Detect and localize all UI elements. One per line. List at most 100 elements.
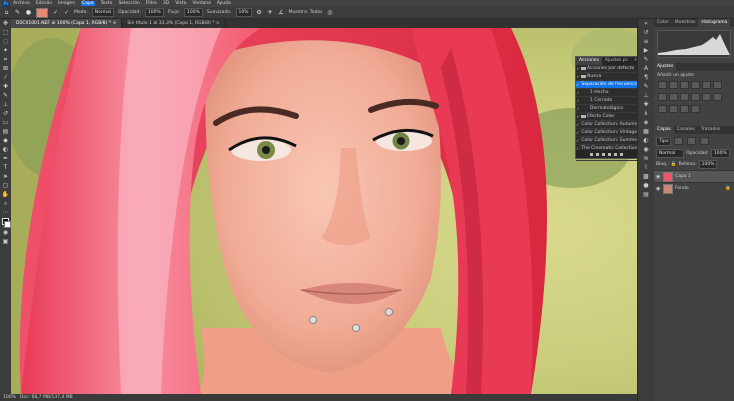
tab-ajustes-preestablecidos[interactable]: Ajustes pr. bbox=[602, 57, 632, 65]
filter-type-icon[interactable] bbox=[700, 137, 710, 145]
tool-presets-icon[interactable]: ✚ bbox=[638, 100, 654, 109]
brush-tool-icon[interactable]: ✎ bbox=[14, 9, 21, 16]
airbrush-icon[interactable]: ✈ bbox=[267, 9, 274, 16]
healing-brush-tool-icon[interactable]: ✚ bbox=[0, 82, 11, 91]
new-set-icon[interactable] bbox=[608, 152, 611, 156]
black-white-icon[interactable] bbox=[669, 93, 678, 101]
action-row[interactable]: ✓ Color Collection: Summer Dreams bbox=[576, 137, 658, 145]
stop-icon[interactable] bbox=[590, 152, 593, 156]
properties-panel-icon[interactable]: ≡ bbox=[638, 37, 654, 46]
eye-icon[interactable]: ◉ bbox=[656, 186, 661, 192]
checkmark-icon[interactable]: ✓ bbox=[52, 9, 59, 16]
checkmark-icon[interactable]: ✓ bbox=[576, 73, 580, 80]
color-swatches[interactable] bbox=[0, 217, 11, 228]
action-row[interactable]: ✓ Color Collection: Vintage Dreams bbox=[576, 129, 656, 137]
exposure-icon[interactable] bbox=[691, 81, 700, 89]
frame-tool-icon[interactable]: ⊠ bbox=[0, 64, 11, 73]
shape-tool-icon[interactable]: ▢ bbox=[0, 181, 11, 190]
menu-archivo[interactable]: Archivo bbox=[13, 1, 30, 6]
blur-tool-icon[interactable]: ◆ bbox=[0, 136, 11, 145]
more-tools-icon[interactable]: ⋯ bbox=[0, 208, 11, 217]
document-tab-active[interactable]: DSC01001.NEF al 100% (Capa 1, RGB/8) * × bbox=[11, 19, 123, 28]
type-tool-icon[interactable]: T bbox=[0, 163, 11, 172]
fill-input[interactable]: 100% bbox=[698, 160, 718, 169]
close-icon[interactable]: × bbox=[113, 21, 117, 26]
menu-vista[interactable]: Vista bbox=[175, 1, 186, 6]
record-icon[interactable] bbox=[596, 152, 599, 156]
tab-muestras[interactable]: Muestras bbox=[672, 19, 699, 27]
actions-panel-icon[interactable]: ▶ bbox=[638, 46, 654, 55]
tab-acciones[interactable]: Acciones bbox=[576, 57, 602, 65]
brush-tool-icon[interactable]: ✎ bbox=[0, 91, 11, 100]
curves-icon[interactable] bbox=[680, 81, 689, 89]
checkmark-icon[interactable]: ✓ bbox=[576, 81, 579, 88]
layer-filter-select[interactable]: Tipo bbox=[656, 136, 672, 146]
color-balance-icon[interactable] bbox=[658, 93, 667, 101]
menu-texto[interactable]: Texto bbox=[101, 1, 113, 6]
action-row[interactable]: ✓ Color Collection: Autumn Dreams bbox=[576, 121, 656, 129]
tab-color[interactable]: Color bbox=[654, 19, 672, 27]
zoom-tool-icon[interactable]: ⌕ bbox=[0, 199, 11, 208]
libraries-panel-icon[interactable]: ▦ bbox=[638, 127, 654, 136]
angle-icon[interactable]: ∠ bbox=[278, 9, 285, 16]
document-size[interactable]: Doc: 68,7 MB/137,4 MB bbox=[20, 395, 73, 400]
checkmark-icon-2[interactable]: ✓ bbox=[63, 9, 70, 16]
checkmark-icon[interactable]: ✓ bbox=[576, 129, 579, 136]
channel-mixer-icon[interactable] bbox=[691, 93, 700, 101]
path-select-tool-icon[interactable]: ➤ bbox=[0, 172, 11, 181]
action-row[interactable]: ✓ Nueva bbox=[576, 73, 637, 81]
play-icon[interactable] bbox=[602, 152, 605, 156]
layer-name[interactable]: Fondo bbox=[675, 186, 689, 191]
menu-edicion[interactable]: Edición bbox=[36, 1, 52, 6]
action-row[interactable]: ✓ Efecto Color bbox=[576, 113, 637, 121]
menu-imagen[interactable]: Imagen bbox=[58, 1, 75, 6]
gradient-tool-icon[interactable]: ▤ bbox=[0, 127, 11, 136]
glyphs-panel-icon[interactable]: ✎ bbox=[638, 82, 654, 91]
layer-row-fondo[interactable]: ◉ Fondo 🔒 bbox=[654, 182, 734, 194]
styles-panel-icon[interactable]: ◉ bbox=[638, 145, 654, 154]
menu-ventana[interactable]: Ventana bbox=[192, 1, 210, 6]
clone-stamp-tool-icon[interactable]: ⊥ bbox=[0, 100, 11, 109]
collapse-panels-icon[interactable]: « bbox=[638, 19, 654, 28]
navigator-panel-icon[interactable]: ◈ bbox=[638, 118, 654, 127]
checkmark-icon[interactable]: ✓ bbox=[576, 97, 580, 104]
vibrance-icon[interactable] bbox=[702, 81, 711, 89]
layer-opacity-input[interactable]: 100% bbox=[710, 149, 730, 158]
checkmark-icon[interactable]: ✓ bbox=[576, 105, 580, 112]
filter-adjustment-icon[interactable] bbox=[687, 137, 697, 145]
home-icon[interactable]: ⌂ bbox=[3, 9, 10, 16]
color-panel-icon[interactable]: ● bbox=[638, 181, 654, 190]
eraser-tool-icon[interactable]: ▭ bbox=[0, 118, 11, 127]
posterize-icon[interactable] bbox=[658, 105, 667, 113]
invert-icon[interactable] bbox=[713, 93, 722, 101]
filter-pixel-icon[interactable] bbox=[674, 137, 684, 145]
history-panel-icon[interactable]: ↺ bbox=[638, 28, 654, 37]
quick-mask-icon[interactable]: ◉ bbox=[0, 228, 11, 237]
lasso-tool-icon[interactable]: ◌ bbox=[0, 37, 11, 46]
lock-icon[interactable]: 🔒 bbox=[671, 162, 677, 167]
document-canvas[interactable] bbox=[11, 28, 637, 394]
channels-panel-icon[interactable]: ≋ bbox=[638, 154, 654, 163]
flow-input[interactable]: 100% bbox=[184, 8, 203, 17]
swatches-panel-icon[interactable]: ▩ bbox=[638, 172, 654, 181]
paragraph-panel-icon[interactable]: ¶ bbox=[638, 73, 654, 82]
action-row[interactable]: ✓ 1 Hecho bbox=[576, 89, 637, 97]
mode-select[interactable]: Normal bbox=[91, 8, 115, 17]
selective-color-icon[interactable] bbox=[691, 105, 700, 113]
brush-preset-icon[interactable]: ● bbox=[25, 9, 32, 16]
checkmark-icon[interactable]: ✓ bbox=[576, 137, 579, 144]
photo-filter-icon[interactable] bbox=[680, 93, 689, 101]
opacity-input[interactable]: 100% bbox=[144, 8, 164, 17]
menu-capa[interactable]: Capa bbox=[81, 1, 95, 6]
trash-icon[interactable] bbox=[620, 152, 623, 156]
action-row[interactable]: ✓ Dermatológica bbox=[576, 105, 637, 113]
marquee-tool-icon[interactable]: ⬚ bbox=[0, 28, 11, 37]
tab-trazados[interactable]: Trazados bbox=[698, 126, 724, 134]
eye-icon[interactable]: ◉ bbox=[656, 174, 661, 180]
dodge-tool-icon[interactable]: ◐ bbox=[0, 145, 11, 154]
layers-panel-icon[interactable]: ▤ bbox=[638, 190, 654, 199]
quick-select-tool-icon[interactable]: ✦ bbox=[0, 46, 11, 55]
menu-3d[interactable]: 3D bbox=[163, 1, 169, 6]
hue-saturation-icon[interactable] bbox=[713, 81, 722, 89]
menu-ayuda[interactable]: Ayuda bbox=[217, 1, 231, 6]
